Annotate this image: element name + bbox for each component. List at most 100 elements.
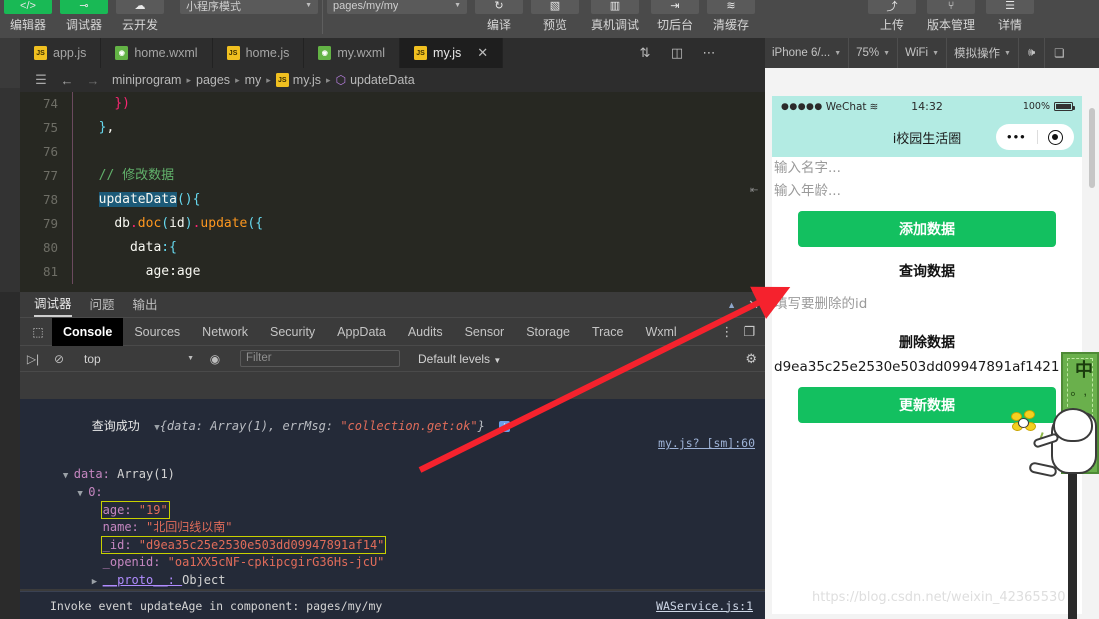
collapse-triangle-icon[interactable]: ▼ xyxy=(63,471,74,481)
toolbar-editor-button[interactable]: </> 编辑器 xyxy=(0,0,56,38)
toolbar-detail-button[interactable]: ☰ 详情 xyxy=(982,0,1038,38)
console-source-link[interactable]: my.js? [sm]:60 xyxy=(658,436,755,452)
console-status-source-link[interactable]: WAService.js:1 xyxy=(656,599,753,613)
age-input[interactable]: 输入年龄... xyxy=(772,180,1082,203)
console-output[interactable]: 查询成功 ▼ {data: Array(1), errMsg: "collecti… xyxy=(20,399,765,589)
editor-fold-handle[interactable]: ⇤ xyxy=(750,185,762,197)
eye-icon[interactable]: ◉ xyxy=(202,352,228,366)
arrow-left-icon[interactable]: ← xyxy=(54,73,80,88)
toolbar-version-button[interactable]: ⑂ 版本管理 xyxy=(920,0,982,38)
breadcrumb-item-miniprogram[interactable]: miniprogram xyxy=(112,73,181,87)
toolbar-cloud-button[interactable]: ☁ 云开发 xyxy=(112,0,168,38)
more-icon[interactable]: ⋯ xyxy=(694,38,724,68)
arrow-right-icon[interactable]: → xyxy=(80,73,106,88)
console-tree-row[interactable]: ▶ __proto__: Object xyxy=(20,573,765,589)
split-editor-icon[interactable]: ◫ xyxy=(662,38,692,68)
breadcrumb-label: updateData xyxy=(350,73,415,87)
more-vertical-icon[interactable]: ⋮ xyxy=(720,324,733,340)
dock-icon[interactable]: ❐ xyxy=(743,324,755,340)
toolbar-compile-button[interactable]: ↻ 编译 xyxy=(471,0,527,38)
devtools-tab-wxml[interactable]: Wxml xyxy=(634,318,687,346)
property-value: Object xyxy=(182,572,226,587)
add-data-button[interactable]: 添加数据 xyxy=(798,211,1056,247)
name-input[interactable]: 输入名字... xyxy=(772,157,1082,180)
toolbar-upload-button[interactable]: ⤴ 上传 xyxy=(864,0,920,38)
simulator-scrollbar[interactable] xyxy=(1089,68,1095,619)
simulate-action-select[interactable]: 模拟操作 ▼ xyxy=(947,38,1019,68)
toolbar-preview-button[interactable]: ▧ 预览 xyxy=(527,0,583,38)
window-icon[interactable]: ❏ xyxy=(1045,38,1073,68)
devtools-tab-appdata[interactable]: AppData xyxy=(326,318,397,346)
collapse-triangle-icon[interactable]: ▼ xyxy=(77,489,88,499)
toolbar-realdevice-label: 真机调试 xyxy=(590,18,639,32)
console-tree-row[interactable]: _id: "d9ea35c25e2530e503dd09947891af14" xyxy=(20,535,765,556)
toolbar-debugger-button[interactable]: ⊸ 调试器 xyxy=(56,0,112,38)
property-key: name: xyxy=(102,520,146,535)
page-select[interactable]: pages/my/my ▼ xyxy=(327,0,467,14)
outline-icon[interactable]: ☰ xyxy=(28,72,54,88)
expand-triangle-icon[interactable]: ▶ xyxy=(92,577,103,587)
console-context-select[interactable]: top ▼ xyxy=(72,346,202,372)
query-data-button[interactable]: 查询数据 xyxy=(772,255,1082,287)
console-levels-select[interactable]: Default levels ▼ xyxy=(418,352,501,366)
breadcrumb-item-my[interactable]: my xyxy=(245,73,262,87)
devtools-tab-sources[interactable]: Sources xyxy=(123,318,191,346)
tab-my-js[interactable]: JS my.js ✕ xyxy=(400,38,504,68)
gear-icon[interactable]: ⚙ xyxy=(745,351,757,367)
devtools-tab-sensor[interactable]: Sensor xyxy=(454,318,516,346)
devtools-tab-trace[interactable]: Trace xyxy=(581,318,635,346)
toolbar-clearcache-button[interactable]: ≋ 清缓存 xyxy=(703,0,759,38)
breadcrumb-separator: ▸ xyxy=(326,74,331,85)
page-select-value: pages/my/my xyxy=(333,0,399,12)
code-editor[interactable]: 74 }) 75 }, 76 77 // 修改数据 78 updateData(){79… xyxy=(20,92,765,292)
toolbar-center-group: ↻ 编译 ▧ 预览 ▥ 真机调试 ⇥ 切后台 ≋ 清缓存 xyxy=(471,0,759,38)
toolbar-background-button[interactable]: ⇥ 切后台 xyxy=(647,0,703,38)
toolbar-left-group: </> 编辑器 ⊸ 调试器 ☁ 云开发 xyxy=(0,0,168,38)
property-group: 0: xyxy=(88,485,102,499)
network-select[interactable]: WiFi ▼ xyxy=(898,38,948,68)
property-value: Array(1) xyxy=(117,467,175,482)
devtools-tab-storage[interactable]: Storage xyxy=(515,318,581,346)
toolbar-realdevice-button[interactable]: ▥ 真机调试 xyxy=(583,0,647,38)
panel-tab-debugger[interactable]: 调试器 xyxy=(34,293,72,317)
execute-icon[interactable]: ▷| xyxy=(20,352,46,366)
collapse-icon[interactable]: ▲ xyxy=(727,300,736,310)
console-filter-input[interactable]: Filter xyxy=(240,350,400,367)
zoom-select[interactable]: 75% ▼ xyxy=(849,38,899,68)
close-icon[interactable]: ✕ xyxy=(748,297,759,313)
tab-home-js[interactable]: JS home.js xyxy=(212,38,305,68)
tab-app-js[interactable]: JS app.js xyxy=(20,38,102,68)
breadcrumb-item-pages[interactable]: pages xyxy=(196,73,230,87)
devtools-tab-audits[interactable]: Audits xyxy=(397,318,454,346)
mode-select[interactable]: 小程序模式 ▼ xyxy=(180,0,318,14)
console-tree-row[interactable]: _openid: "oa1XX5cNF-cpkipcgirG36Hs-jcU" xyxy=(20,555,765,573)
mode-select-value: 小程序模式 xyxy=(186,0,241,13)
property-value: "oa1XX5cNF-cpkipcgirG36Hs-jcU" xyxy=(167,555,385,570)
panel-tab-output[interactable]: 输出 xyxy=(133,294,158,316)
code-line: 76 xyxy=(20,140,765,164)
breadcrumb-item-my-js[interactable]: JS my.js xyxy=(275,73,321,87)
close-icon[interactable]: ✕ xyxy=(477,45,488,61)
compare-icon[interactable]: ⇅ xyxy=(630,38,660,68)
breadcrumb-item-updateData[interactable]: ⬡ updateData xyxy=(336,73,415,87)
delete-id-input[interactable]: 填写要删除的id xyxy=(772,293,1082,316)
console-tree-row[interactable]: ▼ data: Array(1) xyxy=(20,467,765,485)
more-dots-icon[interactable]: ••• xyxy=(1007,130,1027,143)
devtools-tab-network[interactable]: Network xyxy=(191,318,259,346)
panel-tab-problems[interactable]: 问题 xyxy=(90,294,115,316)
console-tree-row[interactable]: name: "北回归线以南" xyxy=(20,520,765,538)
console-tree-row[interactable]: ▼ 0: xyxy=(20,485,765,503)
clear-console-icon[interactable]: ⊘ xyxy=(46,352,72,366)
inspect-icon[interactable]: ⬚ xyxy=(24,325,52,339)
console-tree-row[interactable]: age: "19" xyxy=(20,500,765,521)
devtools-tab-console[interactable]: Console xyxy=(52,317,124,346)
target-icon[interactable] xyxy=(1047,129,1063,145)
device-select-value: iPhone 6/... xyxy=(772,47,831,59)
tab-my-wxml[interactable]: ◉ my.wxml xyxy=(304,38,401,68)
tab-home-wxml[interactable]: ◉ home.wxml xyxy=(101,38,213,68)
device-select[interactable]: iPhone 6/... ▼ xyxy=(765,38,850,68)
volume-icon[interactable]: 🕪 xyxy=(1019,38,1046,68)
console-entry-header[interactable]: 查询成功 ▼{data: Array(1), errMsg: "collecti… xyxy=(20,403,765,467)
devtools-tab-security[interactable]: Security xyxy=(259,318,326,346)
code-text: data:{ xyxy=(129,240,177,255)
